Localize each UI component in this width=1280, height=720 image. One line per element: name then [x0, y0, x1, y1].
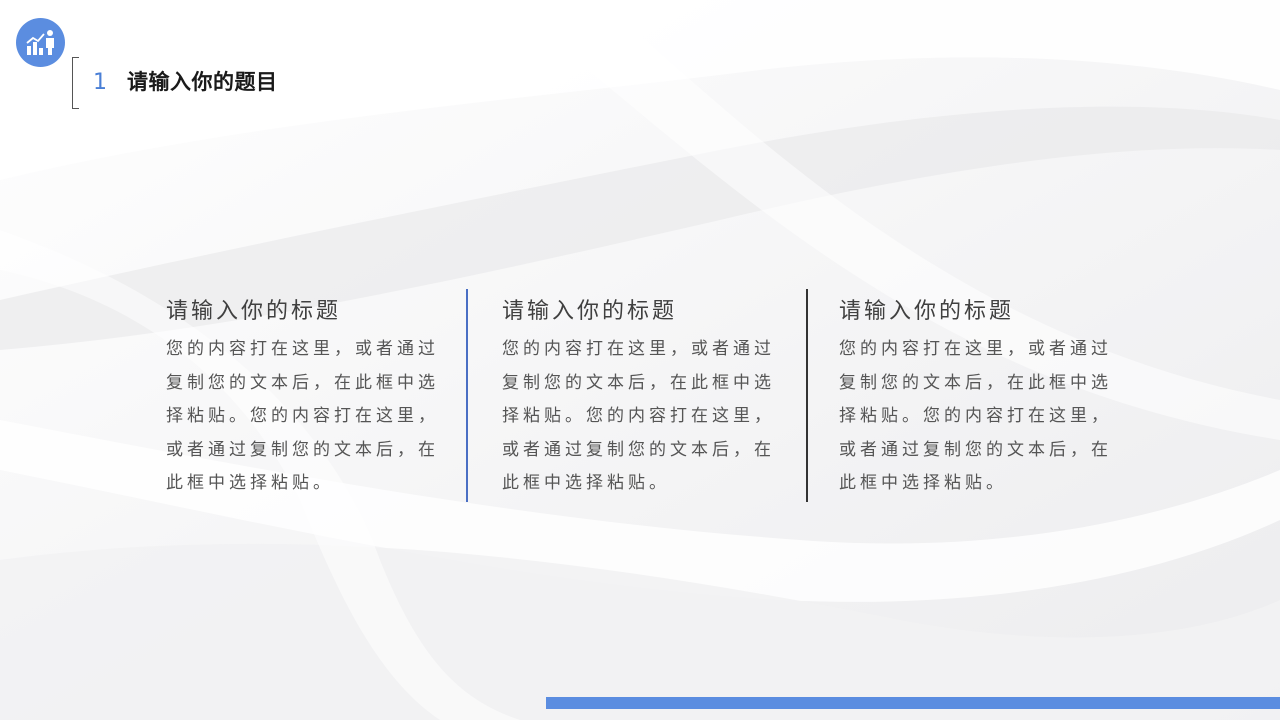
content-column-2: 请输入你的标题 您的内容打在这里，或者通过复制您的文本后，在此框中选择粘贴。您的… [502, 295, 782, 501]
logo-badge [16, 18, 65, 67]
title-bracket [72, 57, 79, 109]
column-body: 您的内容打在这里，或者通过复制您的文本后，在此框中选择粘贴。您的内容打在这里，或… [839, 339, 1112, 494]
column-body: 您的内容打在这里，或者通过复制您的文本后，在此框中选择粘贴。您的内容打在这里，或… [502, 339, 775, 494]
content-column-1: 请输入你的标题 您的内容打在这里，或者通过复制您的文本后，在此框中选择粘贴。您的… [166, 295, 446, 501]
column-divider-dark [806, 289, 808, 502]
chart-person-icon [26, 30, 54, 55]
column-divider-blue [466, 289, 468, 502]
column-heading: 请输入你的标题 [839, 299, 1015, 324]
column-heading: 请输入你的标题 [502, 299, 678, 324]
column-body: 您的内容打在这里，或者通过复制您的文本后，在此框中选择粘贴。您的内容打在这里，或… [166, 339, 439, 494]
column-heading: 请输入你的标题 [166, 299, 342, 324]
bottom-accent-bar [546, 697, 1280, 709]
slide-number: 1 [93, 70, 107, 95]
content-column-3: 请输入你的标题 您的内容打在这里，或者通过复制您的文本后，在此框中选择粘贴。您的… [839, 295, 1119, 501]
slide-title: 请输入你的题目 [127, 70, 278, 94]
